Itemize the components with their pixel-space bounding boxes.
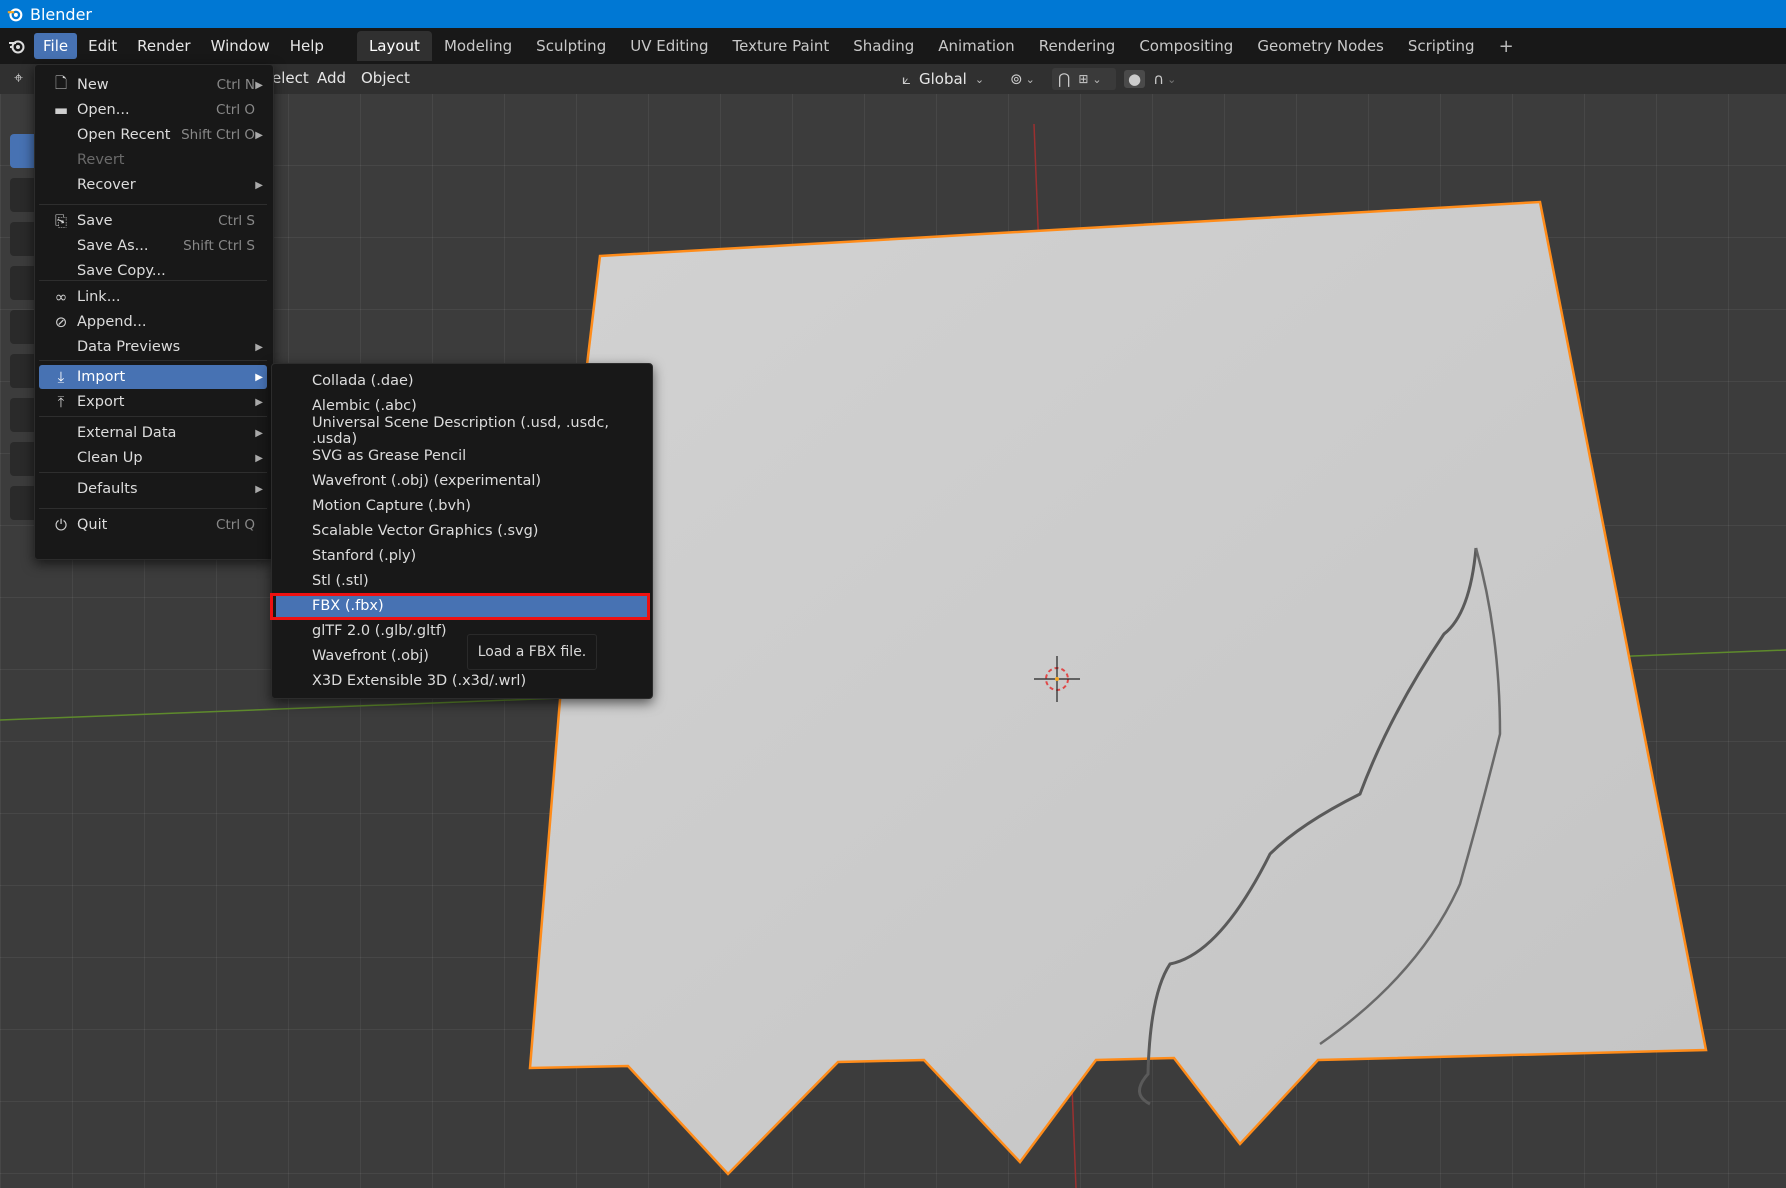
new-file-icon: 🗋 bbox=[54, 73, 68, 92]
magnet-icon: ⋂ bbox=[1058, 70, 1071, 88]
window-title: Blender bbox=[30, 4, 92, 24]
menu-item-defaults[interactable]: Defaults ▶ bbox=[39, 477, 267, 501]
workspace-tabs: Layout Modeling Sculpting UV Editing Tex… bbox=[356, 30, 1526, 63]
import-item-usd[interactable]: Universal Scene Description (.usd, .usdc… bbox=[276, 415, 648, 447]
chevron-down-icon: ⌄ bbox=[974, 72, 985, 86]
menu-item-save-as[interactable]: Save As... Shift Ctrl S bbox=[39, 234, 267, 258]
chevron-down-icon: ⌄ bbox=[1025, 72, 1035, 86]
proportional-editing-toggle[interactable]: ● ∩ ⌄ bbox=[1124, 68, 1186, 90]
submenu-arrow-icon: ▶ bbox=[255, 396, 263, 408]
menu-item-external-data[interactable]: External Data ▶ bbox=[39, 421, 267, 445]
chevron-down-icon: ⌄ bbox=[1167, 72, 1177, 86]
menu-select[interactable]: elect bbox=[272, 69, 309, 87]
tab-modeling[interactable]: Modeling bbox=[432, 31, 524, 61]
transform-orientation-dropdown[interactable]: ⟀ Global ⌄ bbox=[902, 68, 998, 90]
snap-increment-icon: ⊞ bbox=[1078, 72, 1089, 86]
import-item-svg[interactable]: Scalable Vector Graphics (.svg) bbox=[276, 519, 648, 543]
menu-window[interactable]: Window bbox=[202, 33, 279, 59]
menu-help[interactable]: Help bbox=[281, 33, 333, 59]
import-item-obj-experimental[interactable]: Wavefront (.obj) (experimental) bbox=[276, 469, 648, 493]
submenu-arrow-icon: ▶ bbox=[255, 371, 263, 383]
submenu-arrow-icon: ▶ bbox=[255, 427, 263, 439]
tab-animation[interactable]: Animation bbox=[926, 31, 1026, 61]
submenu-arrow-icon: ▶ bbox=[255, 341, 263, 353]
orientation-axes-icon: ⟀ bbox=[902, 70, 911, 88]
link-icon: ∞ bbox=[54, 288, 68, 306]
folder-icon: ▬ bbox=[53, 101, 69, 119]
orientation-label: Global bbox=[919, 70, 967, 88]
save-icon: ⎘ bbox=[54, 212, 67, 230]
menu-add[interactable]: Add bbox=[317, 69, 346, 87]
menu-divider bbox=[39, 360, 267, 361]
top-menu-bar: File Edit Render Window Help Layout Mode… bbox=[0, 28, 1786, 64]
proportional-icon: ● bbox=[1124, 70, 1146, 88]
import-item-collada[interactable]: Collada (.dae) bbox=[276, 369, 648, 393]
menu-item-append[interactable]: ⊘ Append... bbox=[39, 310, 267, 334]
export-icon: ⤒ bbox=[57, 393, 65, 411]
submenu-arrow-icon: ▶ bbox=[255, 129, 263, 141]
tab-uv-editing[interactable]: UV Editing bbox=[618, 31, 720, 61]
tab-geometry-nodes[interactable]: Geometry Nodes bbox=[1245, 31, 1396, 61]
menu-divider bbox=[39, 416, 267, 417]
import-item-bvh[interactable]: Motion Capture (.bvh) bbox=[276, 494, 648, 518]
menu-item-import[interactable]: ⤓ Import ▶ bbox=[39, 365, 267, 389]
menu-item-recover[interactable]: Recover ▶ bbox=[39, 173, 267, 197]
menu-item-open-recent[interactable]: Open Recent Shift Ctrl O ▶ bbox=[39, 123, 267, 147]
import-item-stl[interactable]: Stl (.stl) bbox=[276, 569, 648, 593]
menu-item-open[interactable]: ▬ Open... Ctrl O bbox=[39, 98, 267, 122]
pivot-point-dropdown[interactable]: ⊚ ⌄ bbox=[1010, 68, 1046, 90]
submenu-arrow-icon: ▶ bbox=[255, 179, 263, 191]
menu-object[interactable]: Object bbox=[361, 69, 410, 87]
menu-item-export[interactable]: ⤒ Export ▶ bbox=[39, 390, 267, 414]
import-item-svg-grease-pencil[interactable]: SVG as Grease Pencil bbox=[276, 444, 648, 468]
menu-item-link[interactable]: ∞ Link... bbox=[39, 285, 267, 309]
menu-item-quit[interactable]: ⏻ Quit Ctrl Q bbox=[39, 513, 267, 537]
tab-scripting[interactable]: Scripting bbox=[1396, 31, 1487, 61]
pivot-icon: ⊚ bbox=[1010, 70, 1023, 88]
menu-file[interactable]: File bbox=[34, 33, 78, 59]
menu-item-data-previews[interactable]: Data Previews ▶ bbox=[39, 335, 267, 359]
snapping-toggle[interactable]: ⋂ ⊞ ⌄ bbox=[1052, 68, 1116, 90]
menu-item-new[interactable]: 🗋 New Ctrl N ▶ bbox=[39, 73, 267, 97]
chevron-down-icon: ⌄ bbox=[1092, 72, 1102, 86]
tab-compositing[interactable]: Compositing bbox=[1127, 31, 1245, 61]
menu-edit[interactable]: Edit bbox=[79, 33, 126, 59]
tab-rendering[interactable]: Rendering bbox=[1027, 31, 1128, 61]
tab-sculpting[interactable]: Sculpting bbox=[524, 31, 618, 61]
menu-render[interactable]: Render bbox=[128, 33, 199, 59]
title-bar: Blender bbox=[0, 0, 1786, 28]
menu-item-save[interactable]: ⎘ Save Ctrl S bbox=[39, 209, 267, 233]
menu-divider bbox=[39, 204, 267, 205]
tab-texture-paint[interactable]: Texture Paint bbox=[720, 31, 841, 61]
import-icon: ⤓ bbox=[57, 368, 65, 386]
falloff-curve-icon: ∩ bbox=[1153, 70, 1165, 88]
menu-divider bbox=[39, 508, 267, 509]
tooltip: Load a FBX file. bbox=[467, 634, 597, 670]
submenu-arrow-icon: ▶ bbox=[255, 483, 263, 495]
file-menu-dropdown: 🗋 New Ctrl N ▶ ▬ Open... Ctrl O Open Rec… bbox=[34, 64, 274, 560]
tab-layout[interactable]: Layout bbox=[356, 31, 432, 61]
import-item-x3d[interactable]: X3D Extensible 3D (.x3d/.wrl) bbox=[276, 669, 648, 693]
menu-item-clean-up[interactable]: Clean Up ▶ bbox=[39, 446, 267, 470]
power-icon: ⏻ bbox=[55, 516, 67, 534]
menu-divider bbox=[39, 472, 267, 473]
append-icon: ⊘ bbox=[54, 313, 68, 331]
submenu-arrow-icon: ▶ bbox=[255, 79, 263, 91]
import-item-ply[interactable]: Stanford (.ply) bbox=[276, 544, 648, 568]
add-workspace-button[interactable]: + bbox=[1487, 30, 1526, 63]
blender-menu-icon[interactable] bbox=[0, 36, 34, 56]
blender-logo-icon bbox=[7, 8, 23, 22]
menu-divider bbox=[39, 280, 267, 281]
tab-shading[interactable]: Shading bbox=[841, 31, 926, 61]
submenu-arrow-icon: ▶ bbox=[255, 452, 263, 464]
highlight-annotation-box bbox=[270, 593, 650, 620]
terrain-mesh bbox=[528, 200, 1708, 1176]
menu-item-revert: Revert bbox=[77, 152, 125, 168]
